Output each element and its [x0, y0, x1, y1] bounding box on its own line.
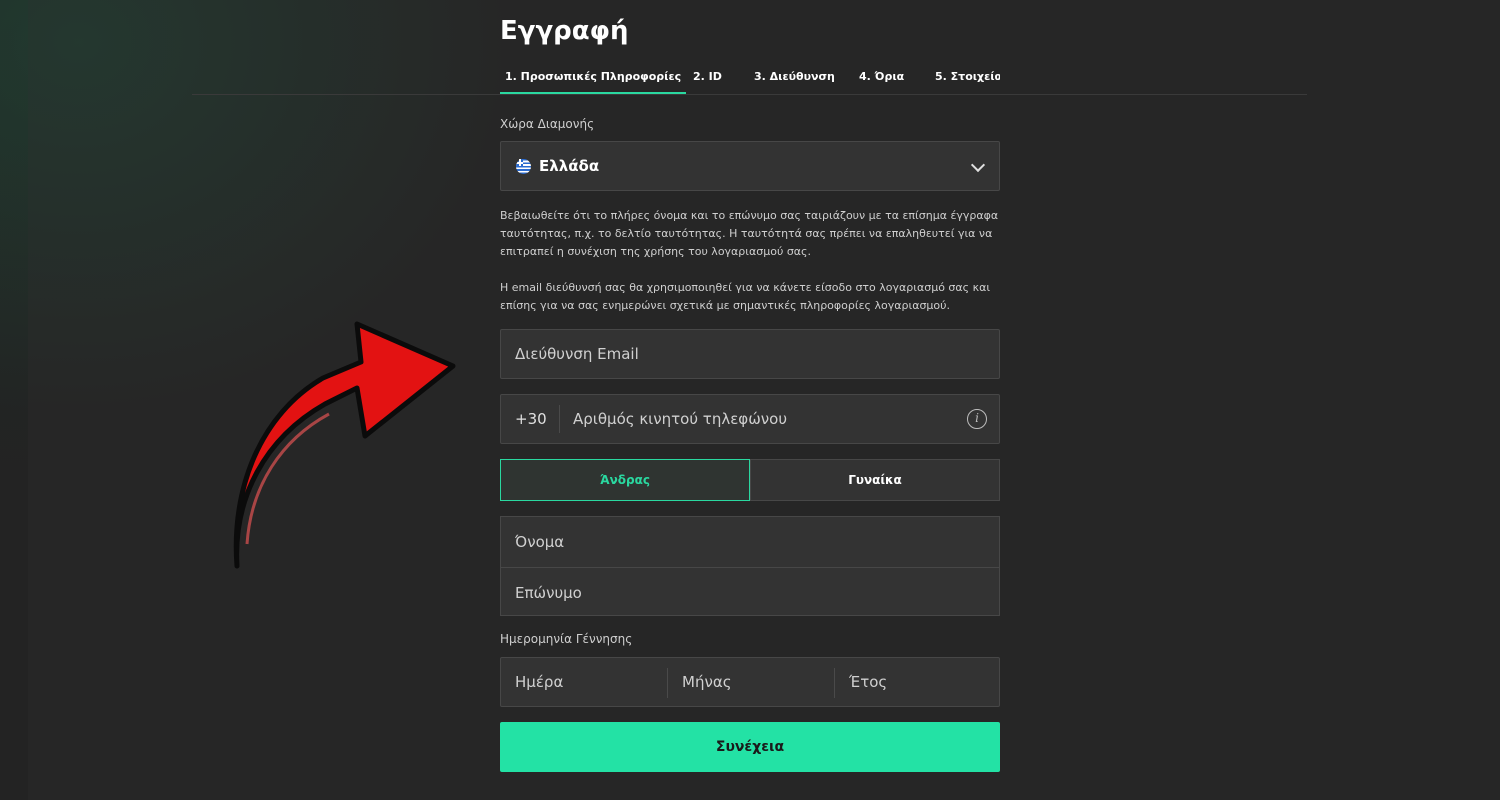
dob-fields [500, 657, 1000, 707]
dob-month-field[interactable] [668, 658, 834, 706]
name-notice: Βεβαιωθείτε ότι το πλήρες όνομα και το ε… [500, 209, 999, 258]
gender-toggle: Άνδρας Γυναίκα [500, 459, 1000, 501]
email-notice: Η email διεύθυνσή σας θα χρησιμοποιηθεί … [500, 281, 991, 312]
country-select[interactable]: Ελλάδα [500, 141, 1000, 191]
first-name-field[interactable] [501, 517, 999, 567]
gender-female-button[interactable]: Γυναίκα [750, 459, 1000, 501]
step-id[interactable]: 2. ID [693, 70, 722, 83]
phone-field[interactable] [559, 395, 959, 443]
step-personal-info[interactable]: 1. Προσωπικές Πληροφορίες [500, 70, 687, 94]
dob-year-cell [835, 658, 999, 706]
dob-label: Ημερομηνία Γέννησης [500, 632, 633, 646]
last-name-field[interactable] [501, 568, 999, 617]
dob-year-field[interactable] [835, 658, 999, 706]
name-fields [500, 516, 1000, 617]
last-name-row [501, 567, 999, 617]
country-label: Χώρα Διαμονής [500, 117, 595, 131]
dob-day-field[interactable] [501, 658, 667, 706]
email-field-wrapper [500, 329, 1000, 379]
gender-male-button[interactable]: Άνδρας [500, 459, 750, 501]
page-title: Εγγραφή [500, 16, 629, 46]
country-value: Ελλάδα [539, 157, 600, 175]
flag-cross [519, 159, 521, 166]
phone-prefix[interactable]: +30 [515, 410, 547, 428]
first-name-row [501, 517, 999, 567]
phone-field-wrapper: +30 i [500, 394, 1000, 444]
step-limits[interactable]: 4. Όρια [859, 70, 904, 83]
background-band [0, 0, 28, 800]
steps-divider [192, 94, 1307, 95]
continue-button[interactable]: Συνέχεια [500, 722, 1000, 772]
chevron-down-icon [970, 157, 986, 173]
info-icon[interactable]: i [967, 409, 987, 429]
step-details[interactable]: 5. Στοιχεία Ε [935, 70, 1000, 83]
step-address[interactable]: 3. Διεύθυνση [754, 70, 835, 83]
curved-arrow-icon [233, 321, 456, 569]
dob-day-cell [501, 658, 667, 706]
email-field[interactable] [501, 330, 999, 378]
registration-steps: 1. Προσωπικές Πληροφορίες 2. ID 3. Διεύθ… [500, 64, 1000, 96]
dob-month-cell [668, 658, 834, 706]
